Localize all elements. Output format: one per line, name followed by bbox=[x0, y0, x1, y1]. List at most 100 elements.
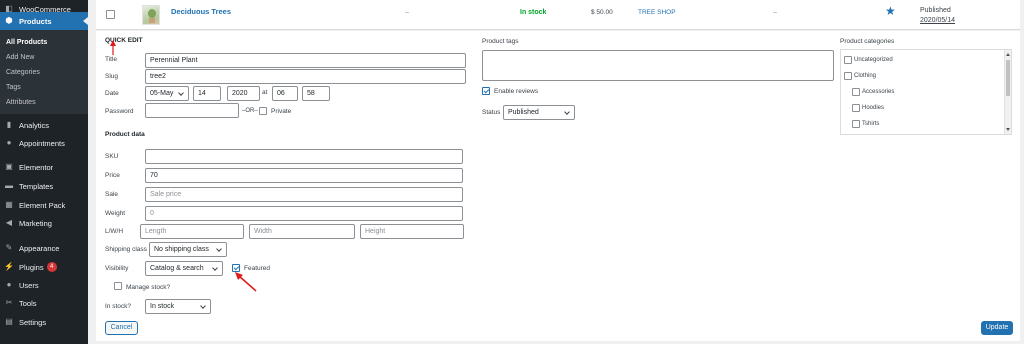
shipping-class-select[interactable]: No shipping class bbox=[149, 242, 227, 257]
sidebar-item-appearance[interactable]: ✎ Appearance bbox=[0, 239, 88, 257]
sidebar-item-label: Plugins bbox=[19, 262, 44, 272]
product-sku: – bbox=[405, 9, 409, 16]
product-tags-heading: Product tags bbox=[482, 38, 519, 45]
private-checkbox[interactable] bbox=[259, 107, 267, 115]
sidebar-item-analytics[interactable]: ▮ Analytics bbox=[0, 116, 88, 134]
status-select[interactable]: Published bbox=[503, 105, 575, 120]
submenu-attributes[interactable]: Attributes bbox=[6, 99, 36, 106]
megaphone-icon: ◀ bbox=[5, 218, 13, 227]
height-input[interactable]: Height bbox=[360, 224, 464, 239]
update-count-badge: 4 bbox=[46, 262, 57, 272]
update-button[interactable]: Update bbox=[981, 321, 1013, 335]
sidebar-item-tools[interactable]: ✂ Tools bbox=[0, 294, 88, 312]
sku-input[interactable] bbox=[145, 149, 463, 164]
category-checkbox-hoodies[interactable] bbox=[852, 104, 860, 112]
sidebar-item-label: Settings bbox=[19, 317, 47, 327]
day-input[interactable]: 14 bbox=[193, 86, 221, 101]
sidebar-item-label: Templates bbox=[19, 181, 54, 191]
slug-input[interactable]: tree2 bbox=[145, 69, 466, 84]
category-label: Uncategorized bbox=[854, 57, 893, 63]
product-price: $ 50.00 bbox=[591, 9, 613, 16]
scroll-down-icon[interactable] bbox=[1006, 128, 1010, 131]
sidebar-item-elementor[interactable]: ▣ Elementor bbox=[0, 158, 88, 176]
publish-date: 2020/05/14 bbox=[920, 17, 956, 24]
admin-sidebar: ◧ WooCommerce ⬢ Products All Products Ad… bbox=[0, 0, 88, 344]
sidebar-item-label: Tools bbox=[19, 298, 37, 308]
password-label: Password bbox=[105, 108, 134, 115]
categories-scrollbar[interactable] bbox=[1004, 50, 1011, 134]
product-data-heading: Product data bbox=[105, 131, 145, 138]
sale-price-input[interactable]: Sale price bbox=[145, 187, 463, 202]
category-label: Hoodies bbox=[862, 105, 885, 111]
product-categories-heading: Product categories bbox=[840, 38, 895, 45]
product-tags: – bbox=[773, 9, 777, 16]
sidebar-item-appointments[interactable]: ● Appointments bbox=[0, 134, 88, 152]
title-label: Title bbox=[105, 56, 118, 63]
visibility-label: Visibility bbox=[105, 265, 129, 272]
category-checkbox-accessories[interactable] bbox=[852, 88, 860, 96]
sidebar-item-label: Users bbox=[19, 280, 39, 290]
weight-input[interactable]: 0 bbox=[145, 206, 463, 221]
product-thumbnail[interactable] bbox=[142, 5, 160, 25]
submenu-add-new[interactable]: Add New bbox=[6, 54, 34, 61]
hour-input[interactable]: 06 bbox=[272, 86, 298, 101]
price-input[interactable]: 70 bbox=[145, 168, 463, 183]
sku-label: SKU bbox=[105, 153, 119, 160]
products-submenu: All Products Add New Categories Tags Att… bbox=[0, 30, 88, 114]
sidebar-item-marketing[interactable]: ◀ Marketing bbox=[0, 214, 88, 232]
sliders-icon: ▤ bbox=[5, 317, 13, 326]
arrow-featured-icon bbox=[235, 272, 257, 292]
table-row: Deciduous Trees – In stock $ 50.00 TREE … bbox=[96, 0, 1020, 30]
password-input[interactable] bbox=[145, 103, 239, 118]
category-checkbox-uncategorized[interactable] bbox=[844, 56, 852, 64]
enable-reviews-checkbox[interactable] bbox=[482, 87, 490, 95]
sidebar-item-label: Marketing bbox=[19, 218, 52, 228]
width-input[interactable]: Width bbox=[249, 224, 355, 239]
main-content: Deciduous Trees – In stock $ 50.00 TREE … bbox=[88, 0, 1024, 344]
sidebar-item-templates[interactable]: ▬ Templates bbox=[0, 177, 88, 195]
sidebar-item-label: Elementor bbox=[19, 162, 54, 172]
submenu-tags[interactable]: Tags bbox=[6, 84, 21, 91]
minute-input[interactable]: 58 bbox=[302, 86, 330, 101]
cancel-button[interactable]: Cancel bbox=[105, 321, 138, 335]
publish-status: Published bbox=[920, 7, 951, 14]
quick-edit-heading: QUICK EDIT bbox=[105, 37, 143, 44]
wrench-icon: ✂ bbox=[5, 298, 13, 307]
price-label: Price bbox=[105, 172, 120, 179]
slug-label: Slug bbox=[105, 73, 119, 80]
sidebar-item-users[interactable]: ● Users bbox=[0, 276, 88, 294]
product-tags-textarea[interactable] bbox=[482, 50, 834, 81]
people-icon: ● bbox=[6, 138, 12, 147]
sidebar-item-settings[interactable]: ▤ Settings bbox=[0, 313, 88, 331]
lwh-label: L/W/H bbox=[105, 228, 124, 235]
year-input[interactable]: 2020 bbox=[227, 86, 260, 101]
featured-checkbox[interactable] bbox=[232, 264, 240, 272]
scroll-thumb[interactable] bbox=[1006, 60, 1010, 96]
featured-star-icon[interactable]: ★ bbox=[885, 4, 896, 18]
product-category-link[interactable]: TREE SHOP bbox=[638, 9, 676, 16]
title-input[interactable]: Perennial Plant bbox=[145, 53, 466, 68]
submenu-all-products[interactable]: All Products bbox=[6, 39, 47, 46]
bar-chart-icon: ▮ bbox=[6, 120, 12, 129]
weight-label: Weight bbox=[105, 210, 126, 217]
stock-status-select[interactable]: In stock bbox=[145, 299, 211, 314]
sidebar-item-label: Appointments bbox=[19, 138, 65, 148]
manage-stock-checkbox[interactable] bbox=[114, 282, 122, 290]
sidebar-item-element-pack[interactable]: ▦ Element Pack bbox=[0, 196, 88, 214]
length-input[interactable]: Length bbox=[140, 224, 244, 239]
sidebar-item-products[interactable]: ⬢ Products bbox=[0, 12, 88, 30]
scroll-up-icon[interactable] bbox=[1006, 53, 1010, 56]
at-label: at bbox=[262, 89, 268, 96]
status-label: Status bbox=[482, 109, 501, 116]
row-select-checkbox[interactable] bbox=[106, 10, 115, 19]
category-checkbox-tshirts[interactable] bbox=[852, 120, 860, 128]
month-select[interactable]: 05-May bbox=[145, 86, 189, 101]
sidebar-item-label: Analytics bbox=[19, 120, 50, 130]
sidebar-item-plugins[interactable]: ⚡ Plugins 4 bbox=[0, 258, 88, 276]
product-name-link[interactable]: Deciduous Trees bbox=[171, 7, 231, 16]
sale-label: Sale bbox=[105, 191, 119, 198]
submenu-categories[interactable]: Categories bbox=[6, 69, 40, 76]
visibility-select[interactable]: Catalog & search bbox=[145, 261, 223, 276]
enable-reviews-label: Enable reviews bbox=[494, 88, 539, 95]
category-checkbox-clothing[interactable] bbox=[844, 72, 852, 80]
